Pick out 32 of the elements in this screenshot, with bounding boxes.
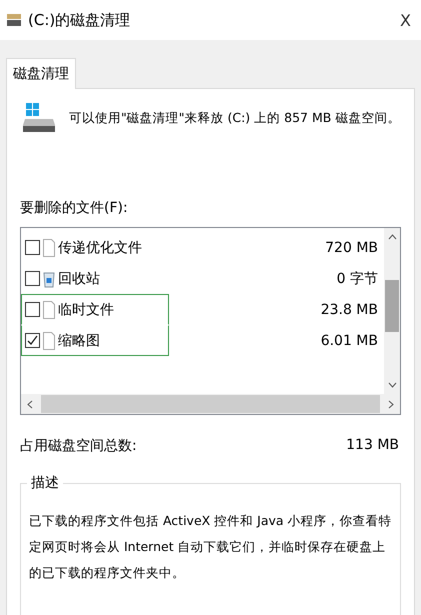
file-size: 23.8 MB bbox=[320, 302, 378, 318]
close-button[interactable]: X bbox=[396, 10, 415, 30]
description-text: 已下载的程序文件包括 ActiveX 控件和 Java 小程序，你查看特定网页时将会从 Internet 自动下载它们，并临时保存在硬盘上的已下载的程序文件夹中。 bbox=[29, 512, 392, 582]
checkbox[interactable] bbox=[25, 240, 40, 255]
horizontal-scrollbar[interactable] bbox=[21, 394, 400, 414]
file-size: 720 MB bbox=[325, 240, 378, 256]
recycle-bin-icon bbox=[43, 270, 55, 288]
file-icon bbox=[43, 238, 55, 256]
description-title: 描述 bbox=[27, 474, 63, 492]
file-icon bbox=[43, 300, 55, 318]
vertical-scrollbar[interactable] bbox=[384, 228, 400, 394]
checkbox[interactable] bbox=[25, 302, 40, 317]
window-title: (C:)的磁盘清理 bbox=[28, 10, 132, 30]
total-value: 113 MB bbox=[346, 437, 399, 455]
file-name[interactable]: 传递优化文件 bbox=[58, 238, 142, 256]
header-text: 可以使用"磁盘清理"来释放 (C:) 上的 857 MB 磁盘空间。 bbox=[69, 110, 400, 126]
files-label: 要删除的文件(F): bbox=[20, 199, 129, 217]
scroll-left-icon[interactable] bbox=[27, 400, 33, 408]
file-size: 6.01 MB bbox=[320, 332, 378, 348]
scroll-down-icon[interactable] bbox=[388, 382, 396, 388]
file-name[interactable]: 缩略图 bbox=[58, 332, 100, 350]
scroll-right-icon[interactable] bbox=[388, 400, 394, 408]
tab[interactable]: 磁盘清理 bbox=[6, 58, 76, 89]
drive-icon bbox=[23, 103, 55, 133]
checkbox[interactable] bbox=[25, 333, 40, 348]
drive-icon bbox=[6, 13, 22, 27]
file-name[interactable]: 回收站 bbox=[58, 270, 100, 288]
total-label: 占用磁盘空间总数: bbox=[20, 437, 137, 455]
file-icon bbox=[43, 332, 55, 350]
file-size: 0 字节 bbox=[336, 270, 378, 288]
scroll-up-icon[interactable] bbox=[388, 234, 396, 240]
checkbox[interactable] bbox=[25, 271, 40, 286]
